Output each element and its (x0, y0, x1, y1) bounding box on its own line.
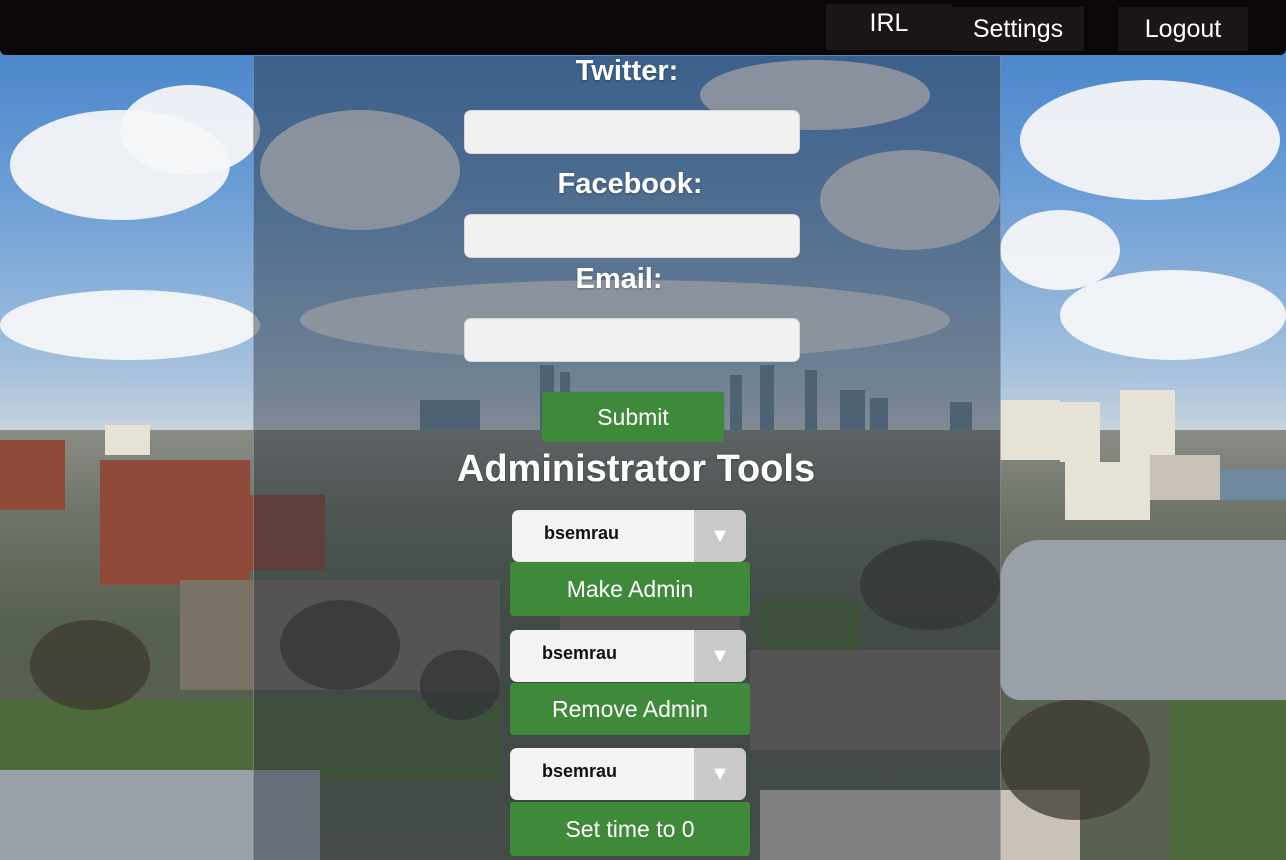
dropdown-arrow-icon: ▼ (694, 510, 746, 562)
remove-admin-button[interactable]: Remove Admin (510, 683, 750, 735)
dropdown-arrow-icon: ▼ (694, 748, 746, 800)
email-label: Email: (575, 263, 663, 295)
make-admin-selected-user: bsemrau (544, 522, 620, 543)
twitter-input[interactable] (464, 110, 800, 154)
facebook-input[interactable] (464, 214, 800, 258)
nav-logout-label: Logout (1144, 14, 1222, 43)
remove-admin-label: Remove Admin (552, 695, 708, 722)
nav-settings-label: Settings (972, 14, 1064, 43)
set-time-selected-user: bsemrau (542, 760, 618, 781)
facebook-label: Facebook: (557, 168, 703, 200)
nav-settings-button[interactable]: Settings (952, 7, 1084, 51)
submit-label: Submit (597, 403, 669, 430)
set-time-label: Set time to 0 (565, 815, 695, 842)
set-time-user-select[interactable]: bsemrau ▼ (510, 748, 746, 800)
nav-irl-button[interactable]: IRL (826, 4, 952, 50)
make-admin-label: Make Admin (566, 575, 694, 602)
dropdown-arrow-icon: ▼ (694, 630, 746, 682)
set-time-button[interactable]: Set time to 0 (510, 802, 750, 856)
nav-irl-label: IRL (869, 9, 909, 37)
top-nav-bar: IRL Settings Logout (0, 0, 1286, 55)
remove-admin-user-select[interactable]: bsemrau ▼ (510, 630, 746, 682)
nav-logout-button[interactable]: Logout (1118, 7, 1248, 51)
email-input[interactable] (464, 318, 800, 362)
make-admin-user-select[interactable]: bsemrau ▼ (512, 510, 746, 562)
submit-button[interactable]: Submit (542, 392, 724, 442)
twitter-label: Twitter: (575, 55, 679, 87)
remove-admin-selected-user: bsemrau (542, 642, 618, 663)
admin-tools-heading: Administrator Tools (456, 448, 816, 490)
make-admin-button[interactable]: Make Admin (510, 562, 750, 616)
